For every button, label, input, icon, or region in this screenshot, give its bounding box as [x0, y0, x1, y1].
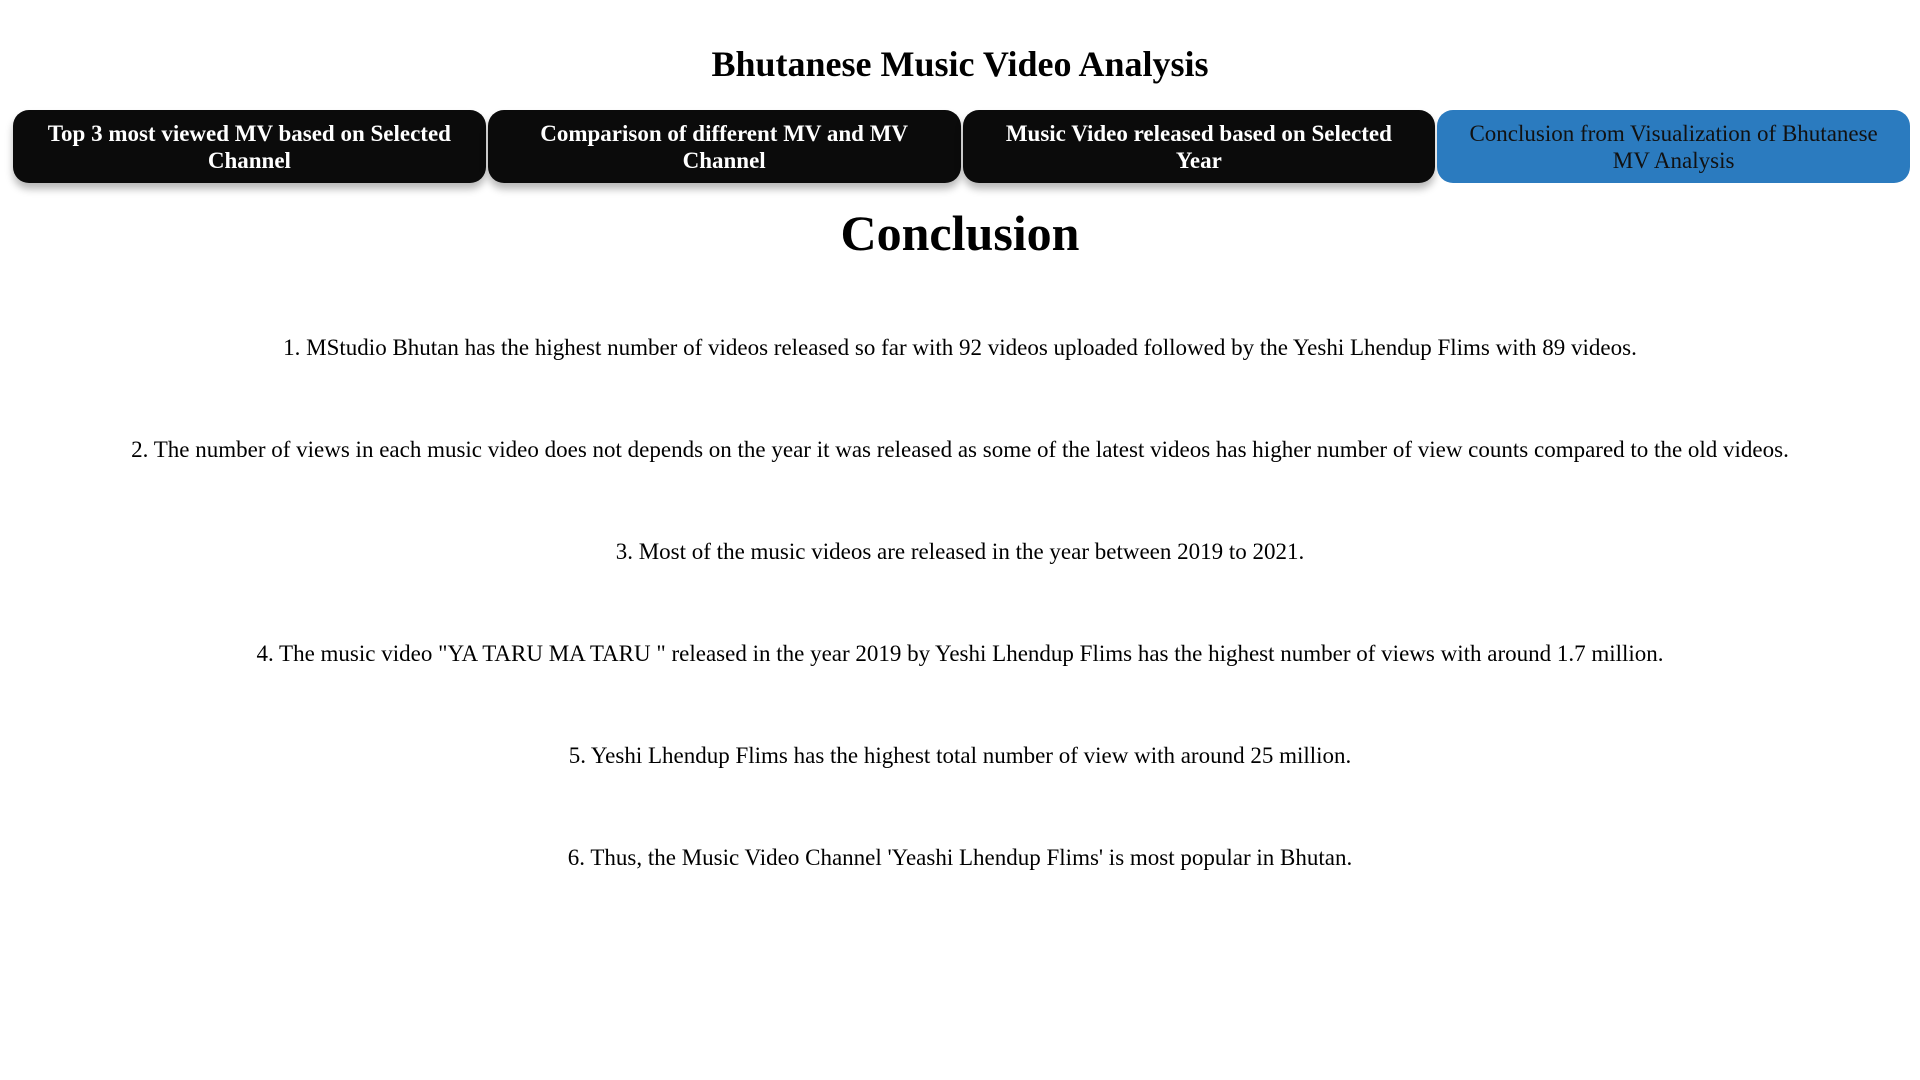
conclusion-item: 1. MStudio Bhutan has the highest number…	[283, 335, 1637, 360]
conclusion-item: 2. The number of views in each music vid…	[131, 437, 1789, 462]
tab-conclusion[interactable]: Conclusion from Visualization of Bhutane…	[1437, 110, 1910, 183]
conclusion-list: 1. MStudio Bhutan has the highest number…	[0, 332, 1920, 944]
tab-top-3-most-viewed[interactable]: Top 3 most viewed MV based on Selected C…	[13, 110, 486, 183]
conclusion-item: 5. Yeshi Lhendup Flims has the highest t…	[568, 743, 1352, 768]
tab-bar: Top 3 most viewed MV based on Selected C…	[13, 110, 1910, 183]
conclusion-item: 3. Most of the music videos are released…	[615, 539, 1305, 564]
section-title: Conclusion	[840, 205, 1080, 261]
conclusion-item: 4. The music video "YA TARU MA TARU " re…	[256, 641, 1664, 666]
conclusion-item: 6. Thus, the Music Video Channel 'Yeashi…	[567, 845, 1353, 870]
tab-released-by-year[interactable]: Music Video released based on Selected Y…	[962, 110, 1436, 183]
app-title: Bhutanese Music Video Analysis	[711, 44, 1209, 84]
tab-comparison[interactable]: Comparison of different MV and MV Channe…	[487, 110, 961, 183]
page: Bhutanese Music Video Analysis Top 3 mos…	[0, 0, 1920, 1080]
